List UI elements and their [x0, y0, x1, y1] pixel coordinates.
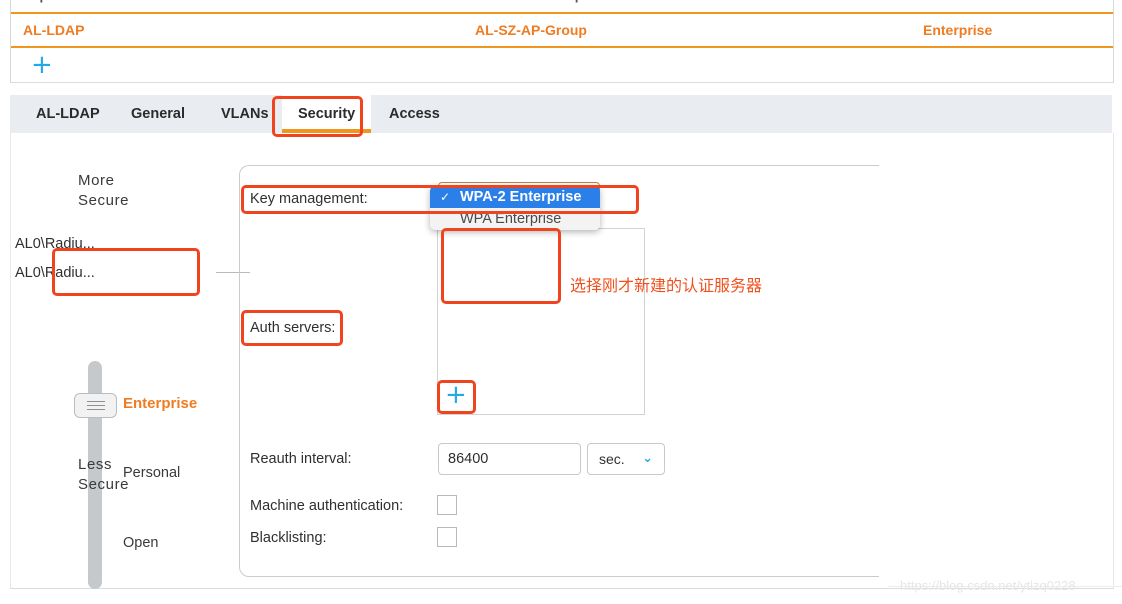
watermark-text: https://blog.csdn.net/ytlzq0228: [900, 578, 1076, 593]
key-management-dropdown-menu[interactable]: ✓ WPA-2 Enterprise WPA Enterprise: [430, 186, 600, 230]
blacklisting-label: Blacklisting:: [250, 530, 327, 546]
annotation-note: 选择刚才新建的认证服务器: [570, 276, 763, 295]
auth-servers-label: Auth servers:: [250, 320, 336, 336]
wlan-list-table: September AL-SZ-AP-Group Personal AL-LDA…: [10, 0, 1114, 83]
slider-level-enterprise[interactable]: Enterprise: [123, 395, 197, 412]
slider-level-open[interactable]: Open: [123, 535, 158, 551]
table-row[interactable]: September AL-SZ-AP-Group Personal: [11, 0, 1113, 12]
chevron-down-icon[interactable]: ⌄: [642, 451, 653, 466]
table-cell-name: September: [23, 0, 93, 3]
slider-level-personal[interactable]: Personal: [123, 465, 180, 481]
dropdown-option-label: WPA-2 Enterprise: [460, 189, 582, 205]
table-cell-group: AL-SZ-AP-Group: [475, 0, 583, 3]
security-level-slider-handle[interactable]: [74, 393, 117, 418]
machine-authentication-label: Machine authentication:: [250, 498, 404, 514]
handle-grip-line: [87, 405, 105, 406]
tab-vlans[interactable]: VLANs: [205, 95, 285, 133]
list-item[interactable]: AL0\Radiu...: [15, 265, 95, 281]
tab-bar: AL-LDAP General VLANs Security Access: [10, 95, 1112, 134]
blacklisting-checkbox[interactable]: [437, 527, 457, 547]
handle-grip-line: [87, 401, 105, 402]
slider-top-label-line2: Secure: [78, 192, 130, 209]
add-wlan-row[interactable]: +: [11, 48, 1113, 83]
handle-grip-line: [87, 409, 105, 410]
table-cell-security: Personal: [923, 0, 980, 3]
reauth-interval-unit-label: sec.: [599, 451, 625, 467]
dropdown-option-wpa-enterprise[interactable]: WPA Enterprise: [430, 208, 600, 230]
slider-bottom-label-line1: Less: [78, 456, 113, 473]
key-management-label: Key management:: [250, 191, 368, 207]
table-cell-name: AL-LDAP: [23, 22, 85, 38]
machine-authentication-checkbox[interactable]: [437, 495, 457, 515]
reauth-interval-unit-select[interactable]: sec. ⌄: [587, 443, 665, 475]
slider-top-label: More Secure: [78, 171, 129, 211]
reauth-interval-input[interactable]: [438, 443, 581, 475]
check-icon: ✓: [440, 190, 451, 204]
reauth-interval-label: Reauth interval:: [250, 451, 352, 467]
dropdown-option-label: WPA Enterprise: [460, 211, 562, 227]
plus-icon[interactable]: +: [31, 52, 53, 78]
table-cell-group: AL-SZ-AP-Group: [475, 22, 587, 38]
dropdown-option-wpa2-enterprise[interactable]: ✓ WPA-2 Enterprise: [430, 186, 600, 208]
table-row-selected[interactable]: AL-LDAP AL-SZ-AP-Group Enterprise: [11, 12, 1113, 48]
list-item[interactable]: AL0\Radiu...: [15, 236, 95, 252]
auth-servers-listbox[interactable]: [437, 228, 645, 415]
tab-access[interactable]: Access: [373, 95, 456, 133]
table-cell-security: Enterprise: [923, 22, 993, 38]
tab-general[interactable]: General: [115, 95, 201, 133]
slider-bottom-label: Less Secure: [78, 455, 129, 495]
add-auth-server-plus-icon[interactable]: +: [445, 382, 467, 408]
tab-security[interactable]: Security: [282, 95, 372, 133]
slider-top-label-line1: More: [78, 172, 115, 189]
tab-al-ldap[interactable]: AL-LDAP: [20, 95, 116, 133]
slider-bottom-label-line2: Secure: [78, 476, 130, 493]
